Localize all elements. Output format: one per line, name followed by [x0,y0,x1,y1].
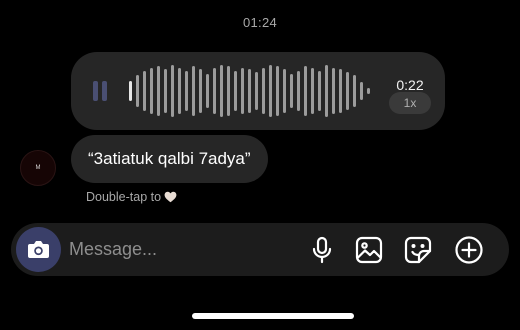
waveform-bar [220,64,223,118]
waveform-bar [367,88,370,94]
waveform-bar [318,70,321,112]
reaction-hint-text: Double-tap to [86,190,162,204]
message-timestamp: 01:24 [242,15,278,30]
reaction-hint: Double-tap to [86,190,177,206]
waveform-bar [164,69,167,113]
waveform-bar [227,66,230,116]
pause-icon[interactable] [93,81,109,101]
waveform-bar [276,66,279,116]
avatar[interactable]: M [20,150,56,186]
waveform-bar [199,69,202,113]
heart-icon [164,191,177,206]
waveform-bar [234,70,237,112]
waveform-bar [353,75,356,107]
waveform-bar [360,82,363,100]
voice-duration: 0:22 [396,77,424,93]
waveform-bar [178,67,181,115]
waveform-bar [304,66,307,116]
waveform-bar [150,67,153,115]
waveform-bar [129,80,132,102]
waveform-bar [262,67,265,115]
image-icon[interactable] [354,235,384,265]
home-indicator[interactable] [192,313,354,319]
waveform-bar [255,72,258,110]
voice-message-bubble[interactable]: 0:22 1x [71,52,445,130]
waveform-bar [206,73,209,109]
waveform-bar [290,73,293,109]
microphone-icon[interactable] [307,235,337,265]
waveform[interactable] [129,62,379,120]
waveform-bar [325,64,328,118]
waveform-bar [297,70,300,112]
waveform-bar [339,69,342,113]
waveform-bar [311,67,314,115]
text-message-bubble[interactable]: “3atiatuk qalbi 7adya” [71,135,268,183]
waveform-bar [241,67,244,115]
waveform-bar [143,70,146,112]
message-composer [11,223,509,276]
message-input[interactable] [69,236,269,262]
camera-icon[interactable] [16,227,61,272]
plus-icon[interactable] [454,235,484,265]
waveform-bar [346,72,349,110]
waveform-bar [213,67,216,115]
waveform-bar [192,66,195,116]
waveform-bar [136,75,139,107]
waveform-bar [269,64,272,118]
playback-speed-button[interactable]: 1x [389,92,431,114]
waveform-bar [171,64,174,118]
sticker-icon[interactable] [403,235,433,265]
waveform-bar [248,69,251,113]
waveform-bar [283,69,286,113]
waveform-bar [332,67,335,115]
waveform-bar [157,66,160,116]
waveform-bar [185,70,188,112]
